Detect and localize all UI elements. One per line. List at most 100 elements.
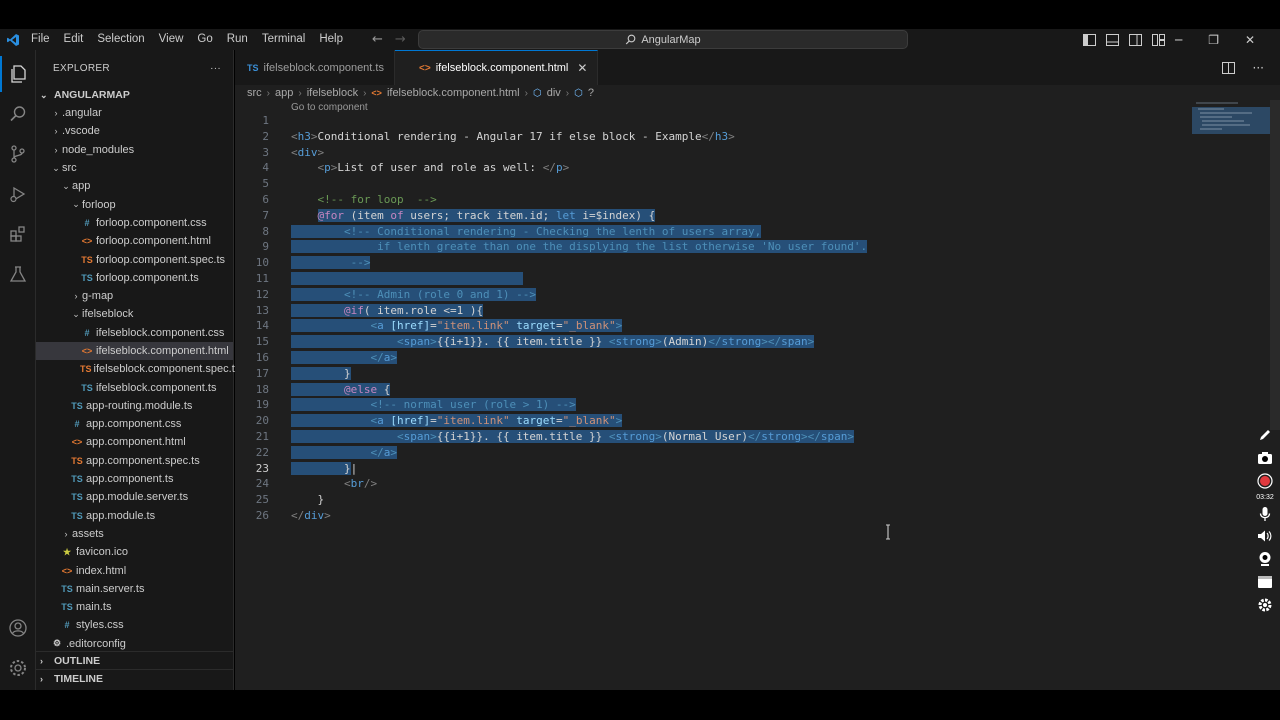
menu-terminal[interactable]: Terminal bbox=[255, 29, 312, 50]
code-line[interactable]: 12 <!-- Admin (role 0 and 1) --> bbox=[235, 287, 1195, 303]
code-line[interactable]: 15 <span>{{i+1}}. {{ item.title }} <stro… bbox=[235, 334, 1195, 350]
folder-item[interactable]: ⌄ forloop bbox=[36, 195, 233, 213]
breadcrumb-item[interactable]: ifelseblock bbox=[307, 87, 358, 99]
code-line[interactable]: 9 if lenth greate than one the displying… bbox=[235, 239, 1195, 255]
account-icon[interactable] bbox=[0, 610, 36, 646]
search-view-icon[interactable] bbox=[0, 96, 36, 132]
code-line[interactable]: 19 <!-- normal user (role > 1) --> bbox=[235, 397, 1195, 413]
editor-tab[interactable]: TS ifelseblock.component.ts bbox=[235, 50, 395, 85]
minimize-icon[interactable]: ─ bbox=[1175, 33, 1182, 47]
folder-item[interactable]: › assets bbox=[36, 525, 233, 543]
breadcrumb-item[interactable]: app bbox=[275, 87, 293, 99]
code-line[interactable]: 24 <br/> bbox=[235, 476, 1195, 492]
toggle-primary-sidebar-icon[interactable] bbox=[1083, 33, 1096, 46]
timeline-section[interactable]: › TIMELINE bbox=[36, 669, 234, 687]
customize-layout-icon[interactable] bbox=[1152, 33, 1165, 46]
vertical-scrollbar[interactable] bbox=[1270, 100, 1280, 430]
speaker-icon[interactable] bbox=[1253, 527, 1277, 547]
file-item[interactable]: TS app.component.spec.ts bbox=[36, 452, 233, 470]
file-item[interactable]: TS app-routing.module.ts bbox=[36, 397, 233, 415]
microphone-icon[interactable] bbox=[1253, 504, 1277, 524]
editor-tab[interactable]: <> ifelseblock.component.html ✕ bbox=[395, 50, 599, 85]
explorer-icon[interactable] bbox=[0, 56, 36, 92]
menu-view[interactable]: View bbox=[152, 29, 191, 50]
menu-run[interactable]: Run bbox=[220, 29, 255, 50]
file-item[interactable]: TS app.module.ts bbox=[36, 507, 233, 525]
workspace-root[interactable]: ⌄ ANGULARMAP bbox=[36, 86, 233, 104]
file-item[interactable]: <> index.html bbox=[36, 561, 233, 579]
file-item[interactable]: TS ifelseblock.component.spec.ts bbox=[36, 360, 240, 378]
code-line[interactable]: 16 </a> bbox=[235, 350, 1195, 366]
back-arrow-icon[interactable]: ← bbox=[372, 32, 383, 47]
more-actions-icon[interactable]: ··· bbox=[210, 63, 221, 74]
toggle-secondary-sidebar-icon[interactable] bbox=[1129, 33, 1142, 46]
folder-item[interactable]: › g-map bbox=[36, 287, 233, 305]
code-line[interactable]: 2 <h3>Conditional rendering - Angular 17 … bbox=[235, 129, 1195, 145]
minimap[interactable] bbox=[1192, 100, 1270, 136]
folder-item[interactable]: › .vscode bbox=[36, 122, 233, 140]
menu-go[interactable]: Go bbox=[190, 29, 219, 50]
manage-gear-icon[interactable] bbox=[0, 650, 36, 686]
testing-flask-icon[interactable] bbox=[0, 256, 36, 292]
code-line[interactable]: 25 } bbox=[235, 492, 1195, 508]
outline-section[interactable]: › OUTLINE bbox=[36, 651, 234, 669]
menu-file[interactable]: File bbox=[24, 29, 57, 50]
code-line[interactable]: 7 @for (item of users; track item.id; le… bbox=[235, 208, 1195, 224]
file-item[interactable]: TS main.server.ts bbox=[36, 580, 233, 598]
screen-select-icon[interactable] bbox=[1253, 572, 1277, 592]
code-line[interactable]: 20 <a [href]="item.link" target="_blank"… bbox=[235, 413, 1195, 429]
restore-icon[interactable]: ❐ bbox=[1208, 33, 1219, 47]
file-item[interactable]: TS forloop.component.ts bbox=[36, 269, 233, 287]
file-item[interactable]: TS forloop.component.spec.ts bbox=[36, 250, 233, 268]
code-line[interactable]: 11 bbox=[235, 271, 1195, 287]
file-item[interactable]: # forloop.component.css bbox=[36, 214, 233, 232]
forward-arrow-icon[interactable]: → bbox=[395, 32, 406, 47]
more-editor-actions-icon[interactable]: ··· bbox=[1253, 61, 1264, 75]
codelens-go-to-component[interactable]: Go to component bbox=[291, 102, 368, 113]
breadcrumb-item[interactable]: div bbox=[547, 87, 561, 99]
code-line[interactable]: 3 <div> bbox=[235, 145, 1195, 161]
file-item[interactable]: <> app.component.html bbox=[36, 433, 233, 451]
code-line[interactable]: 1 bbox=[235, 113, 1195, 129]
webcam-icon[interactable] bbox=[1253, 549, 1277, 569]
file-item[interactable]: # styles.css bbox=[36, 616, 233, 634]
breadcrumb-item[interactable]: src bbox=[247, 87, 262, 99]
code-line[interactable]: 26 </div> bbox=[235, 508, 1195, 524]
settings-gear-icon[interactable] bbox=[1253, 595, 1277, 615]
code-line[interactable]: 13 @if( item.role <=1 ){ bbox=[235, 303, 1195, 319]
extensions-icon[interactable] bbox=[0, 216, 36, 252]
camera-icon[interactable] bbox=[1253, 448, 1277, 468]
pen-icon[interactable] bbox=[1253, 425, 1277, 445]
code-line[interactable]: 5 bbox=[235, 176, 1195, 192]
code-line[interactable]: 6 <!-- for loop --> bbox=[235, 192, 1195, 208]
code-line[interactable]: 10 --> bbox=[235, 255, 1195, 271]
command-center-search[interactable]: AngularMap bbox=[418, 30, 908, 49]
file-item[interactable]: TS app.module.server.ts bbox=[36, 488, 233, 506]
file-item[interactable]: # app.component.css bbox=[36, 415, 233, 433]
code-editor[interactable]: 1 2 <h3>Conditional rendering - Angular 17… bbox=[235, 113, 1195, 524]
code-line[interactable]: 14 <a [href]="item.link" target="_blank"… bbox=[235, 318, 1195, 334]
toggle-panel-icon[interactable] bbox=[1106, 33, 1119, 46]
code-line[interactable]: 22 </a> bbox=[235, 445, 1195, 461]
file-item[interactable]: <> ifelseblock.component.html bbox=[36, 341, 233, 361]
file-item[interactable]: ★ favicon.ico bbox=[36, 543, 233, 561]
file-item[interactable]: TS app.component.ts bbox=[36, 470, 233, 488]
file-item[interactable]: # ifelseblock.component.css bbox=[36, 324, 233, 342]
run-debug-icon[interactable] bbox=[0, 176, 36, 212]
code-line[interactable]: 17 } bbox=[235, 366, 1195, 382]
menu-selection[interactable]: Selection bbox=[90, 29, 151, 50]
file-item[interactable]: TS main.ts bbox=[36, 598, 233, 616]
split-editor-icon[interactable] bbox=[1221, 61, 1235, 74]
menu-help[interactable]: Help bbox=[312, 29, 350, 50]
folder-item[interactable]: › node_modules bbox=[36, 141, 233, 159]
menu-edit[interactable]: Edit bbox=[57, 29, 91, 50]
breadcrumb-item[interactable]: ? bbox=[588, 87, 594, 99]
folder-item[interactable]: ⌄ src bbox=[36, 159, 233, 177]
source-control-icon[interactable] bbox=[0, 136, 36, 172]
folder-item[interactable]: › .angular bbox=[36, 104, 233, 122]
folder-item[interactable]: ⌄ ifelseblock bbox=[36, 305, 233, 323]
close-tab-icon[interactable]: ✕ bbox=[577, 61, 587, 75]
file-item[interactable]: TS ifelseblock.component.ts bbox=[36, 378, 233, 396]
code-line[interactable]: 23 }| bbox=[235, 461, 1195, 477]
folder-item[interactable]: ⌄ app bbox=[36, 177, 233, 195]
